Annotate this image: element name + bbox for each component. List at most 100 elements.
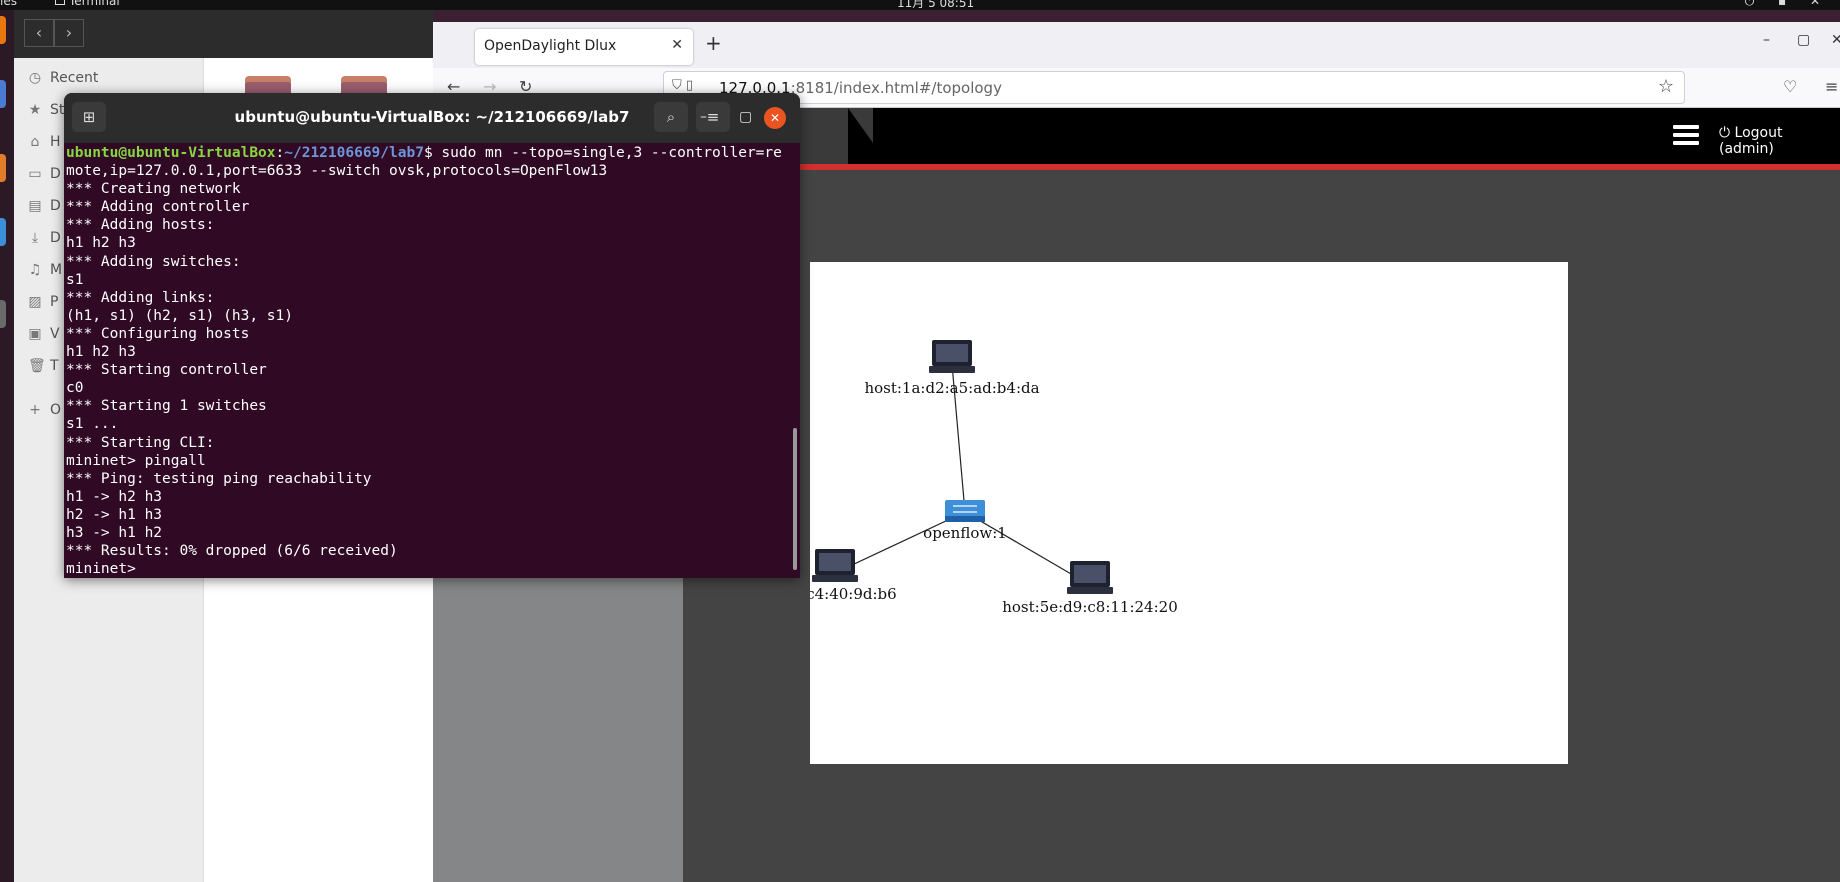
terminal-line: h1 h2 h3: [66, 344, 136, 361]
host-icon: [1067, 561, 1113, 594]
terminal-line: *** Adding switches:: [66, 253, 241, 270]
terminal-scrollbar[interactable]: [793, 428, 797, 570]
search-icon[interactable]: ⌕: [654, 102, 688, 132]
terminal-titlebar: ⊞ ubuntu@ubuntu-VirtualBox: ~/212106669/…: [64, 93, 800, 143]
terminal-line: *** Adding hosts:: [66, 217, 215, 234]
sidebar-item[interactable]: ▭ D: [28, 162, 61, 186]
terminal-line: *** Configuring hosts: [66, 325, 250, 342]
terminal-icon: [55, 0, 65, 5]
clock[interactable]: 11月 5 08:51: [897, 0, 974, 10]
dock-app-firefox[interactable]: [0, 16, 6, 44]
terminal-line: (h1, s1) (h2, s1) (h3, s1): [66, 307, 293, 324]
terminal-line: *** Starting 1 switches: [66, 398, 267, 415]
hamburger-menu-icon[interactable]: [1673, 125, 1699, 145]
maximize-icon[interactable]: ▢: [739, 109, 752, 125]
logout-label: Logout (admin): [1719, 125, 1783, 157]
sidebar-item-label: D: [50, 166, 61, 182]
terminal-line: mininet> pingall: [66, 452, 206, 469]
prompt-user: ubuntu@ubuntu-VirtualBox: [66, 145, 276, 161]
dock-app-software[interactable]: [0, 218, 6, 246]
terminal-line: s1 ...: [66, 416, 119, 433]
terminal-line: *** Adding links:: [66, 289, 215, 306]
trash-icon: 🗑: [28, 358, 46, 374]
url-bar[interactable]: ⛉ ▯ 127.0.0.1:8181/index.html#/topology …: [663, 71, 1685, 104]
picture-icon: ▨: [28, 294, 42, 310]
node-label: host:1a:d2:a5:ad:b4:da: [864, 379, 1039, 397]
shield-icon[interactable]: ⛉ ▯: [672, 78, 693, 93]
clock-icon: ◷: [28, 70, 42, 86]
document-icon: ▤: [28, 198, 42, 214]
sidebar-item[interactable]: ⌂ H: [28, 130, 61, 154]
terminal-line: *** Starting CLI:: [66, 434, 215, 451]
star-icon: ★: [28, 102, 42, 118]
prompt-path: ~/212106669/lab7: [284, 145, 424, 161]
app-menu[interactable]: Terminal: [55, 0, 120, 8]
node-label: s:1f:c4:40:9d:b6: [810, 585, 897, 603]
url-path: :8181/index.html#/topology: [790, 79, 1002, 97]
minimize-icon[interactable]: –: [1763, 32, 1770, 48]
forward-button[interactable]: ›: [54, 19, 84, 47]
system-tray[interactable]: ⏻ ▪ ✕: [1745, 0, 1830, 9]
activities-button[interactable]: ies: [0, 0, 17, 8]
sidebar-item-label: O: [50, 402, 62, 418]
minimize-icon[interactable]: –: [700, 109, 707, 125]
sidebar-item[interactable]: ⤓ D: [28, 226, 61, 250]
terminal-line: h1 h2 h3: [66, 235, 136, 252]
desktop-icon: ▭: [28, 166, 42, 182]
node-label: openflow:1: [923, 524, 1007, 542]
close-icon[interactable]: ✕: [764, 107, 786, 129]
terminal-line: s1: [66, 271, 84, 288]
dock: [0, 10, 14, 882]
host-node[interactable]: host:5e:d9:c8:11:24:20: [1002, 561, 1178, 616]
sidebar-item[interactable]: ▨ P: [28, 290, 58, 314]
close-tab-icon[interactable]: ✕: [671, 37, 683, 53]
file-manager-header: ‹ ›: [14, 10, 434, 58]
music-icon: ♫: [28, 262, 42, 278]
terminal-line: *** Ping: testing ping reachability: [66, 470, 372, 487]
sidebar-item[interactable]: 🗑 T: [28, 354, 59, 378]
host-icon: [812, 549, 858, 582]
sidebar-item-label: St: [50, 102, 65, 118]
host-icon: [929, 340, 975, 373]
sidebar-item-label: M: [50, 262, 63, 278]
maximize-icon[interactable]: ▢: [1797, 32, 1810, 48]
sidebar-item[interactable]: ♫ M: [28, 258, 62, 282]
sidebar-item[interactable]: ▤ D: [28, 194, 61, 218]
topology-panel[interactable]: host:1a:d2:a5:ad:b4:da openflow:1 s:1f:c4:…: [773, 262, 1568, 764]
sidebar-item[interactable]: ◷ Recent: [28, 66, 99, 90]
terminal-line: c0: [66, 380, 84, 397]
dock-app-terminal[interactable]: [0, 300, 6, 328]
tab-title: OpenDaylight Dlux: [484, 38, 617, 54]
host-node[interactable]: host:1a:d2:a5:ad:b4:da: [864, 340, 1040, 397]
pocket-icon[interactable]: ♡: [1783, 77, 1797, 96]
video-icon: ▣: [28, 326, 42, 342]
download-icon: ⤓: [31, 230, 39, 246]
node-label: host:5e:d9:c8:11:24:20: [1002, 598, 1178, 616]
sidebar-item[interactable]: ★ St: [28, 98, 65, 122]
dock-app-files[interactable]: [0, 154, 6, 182]
topology-graph[interactable]: host:1a:d2:a5:ad:b4:da openflow:1 s:1f:c4:…: [773, 262, 1568, 764]
back-button[interactable]: ‹: [24, 19, 54, 47]
host-node[interactable]: s:1f:c4:40:9d:b6: [773, 549, 897, 603]
close-window-icon[interactable]: ✕: [1831, 32, 1840, 48]
terminal-line: h3 -> h1 h2: [66, 524, 163, 541]
sidebar-item-label: T: [50, 358, 59, 374]
terminal-line: mininet>: [66, 561, 145, 578]
sidebar-item[interactable]: ▣ V: [28, 322, 59, 346]
tab-strip: OpenDaylight Dlux ✕ + – ▢ ✕: [433, 22, 1840, 68]
logout-button[interactable]: ⏻ Logout (admin): [1719, 125, 1840, 157]
new-tab-icon[interactable]: +: [705, 31, 722, 55]
bookmark-star-icon[interactable]: ☆: [1658, 76, 1674, 97]
app-menu-icon[interactable]: ≡: [1825, 77, 1838, 96]
sidebar-item-label: D: [50, 198, 61, 214]
switch-node[interactable]: openflow:1: [923, 500, 1007, 542]
sidebar-item-label: H: [50, 134, 61, 150]
terminal-output[interactable]: ubuntu@ubuntu-VirtualBox:~/212106669/lab…: [66, 144, 788, 578]
sidebar-item[interactable]: + O: [28, 398, 61, 422]
terminal-line: *** Creating network: [66, 181, 241, 198]
terminal-title: ubuntu@ubuntu-VirtualBox: ~/212106669/la…: [234, 108, 630, 126]
tab-opendaylight[interactable]: OpenDaylight Dlux ✕: [475, 29, 693, 65]
home-icon: ⌂: [30, 134, 40, 150]
dock-app-thunderbird[interactable]: [0, 80, 6, 108]
plus-icon: +: [29, 402, 41, 418]
